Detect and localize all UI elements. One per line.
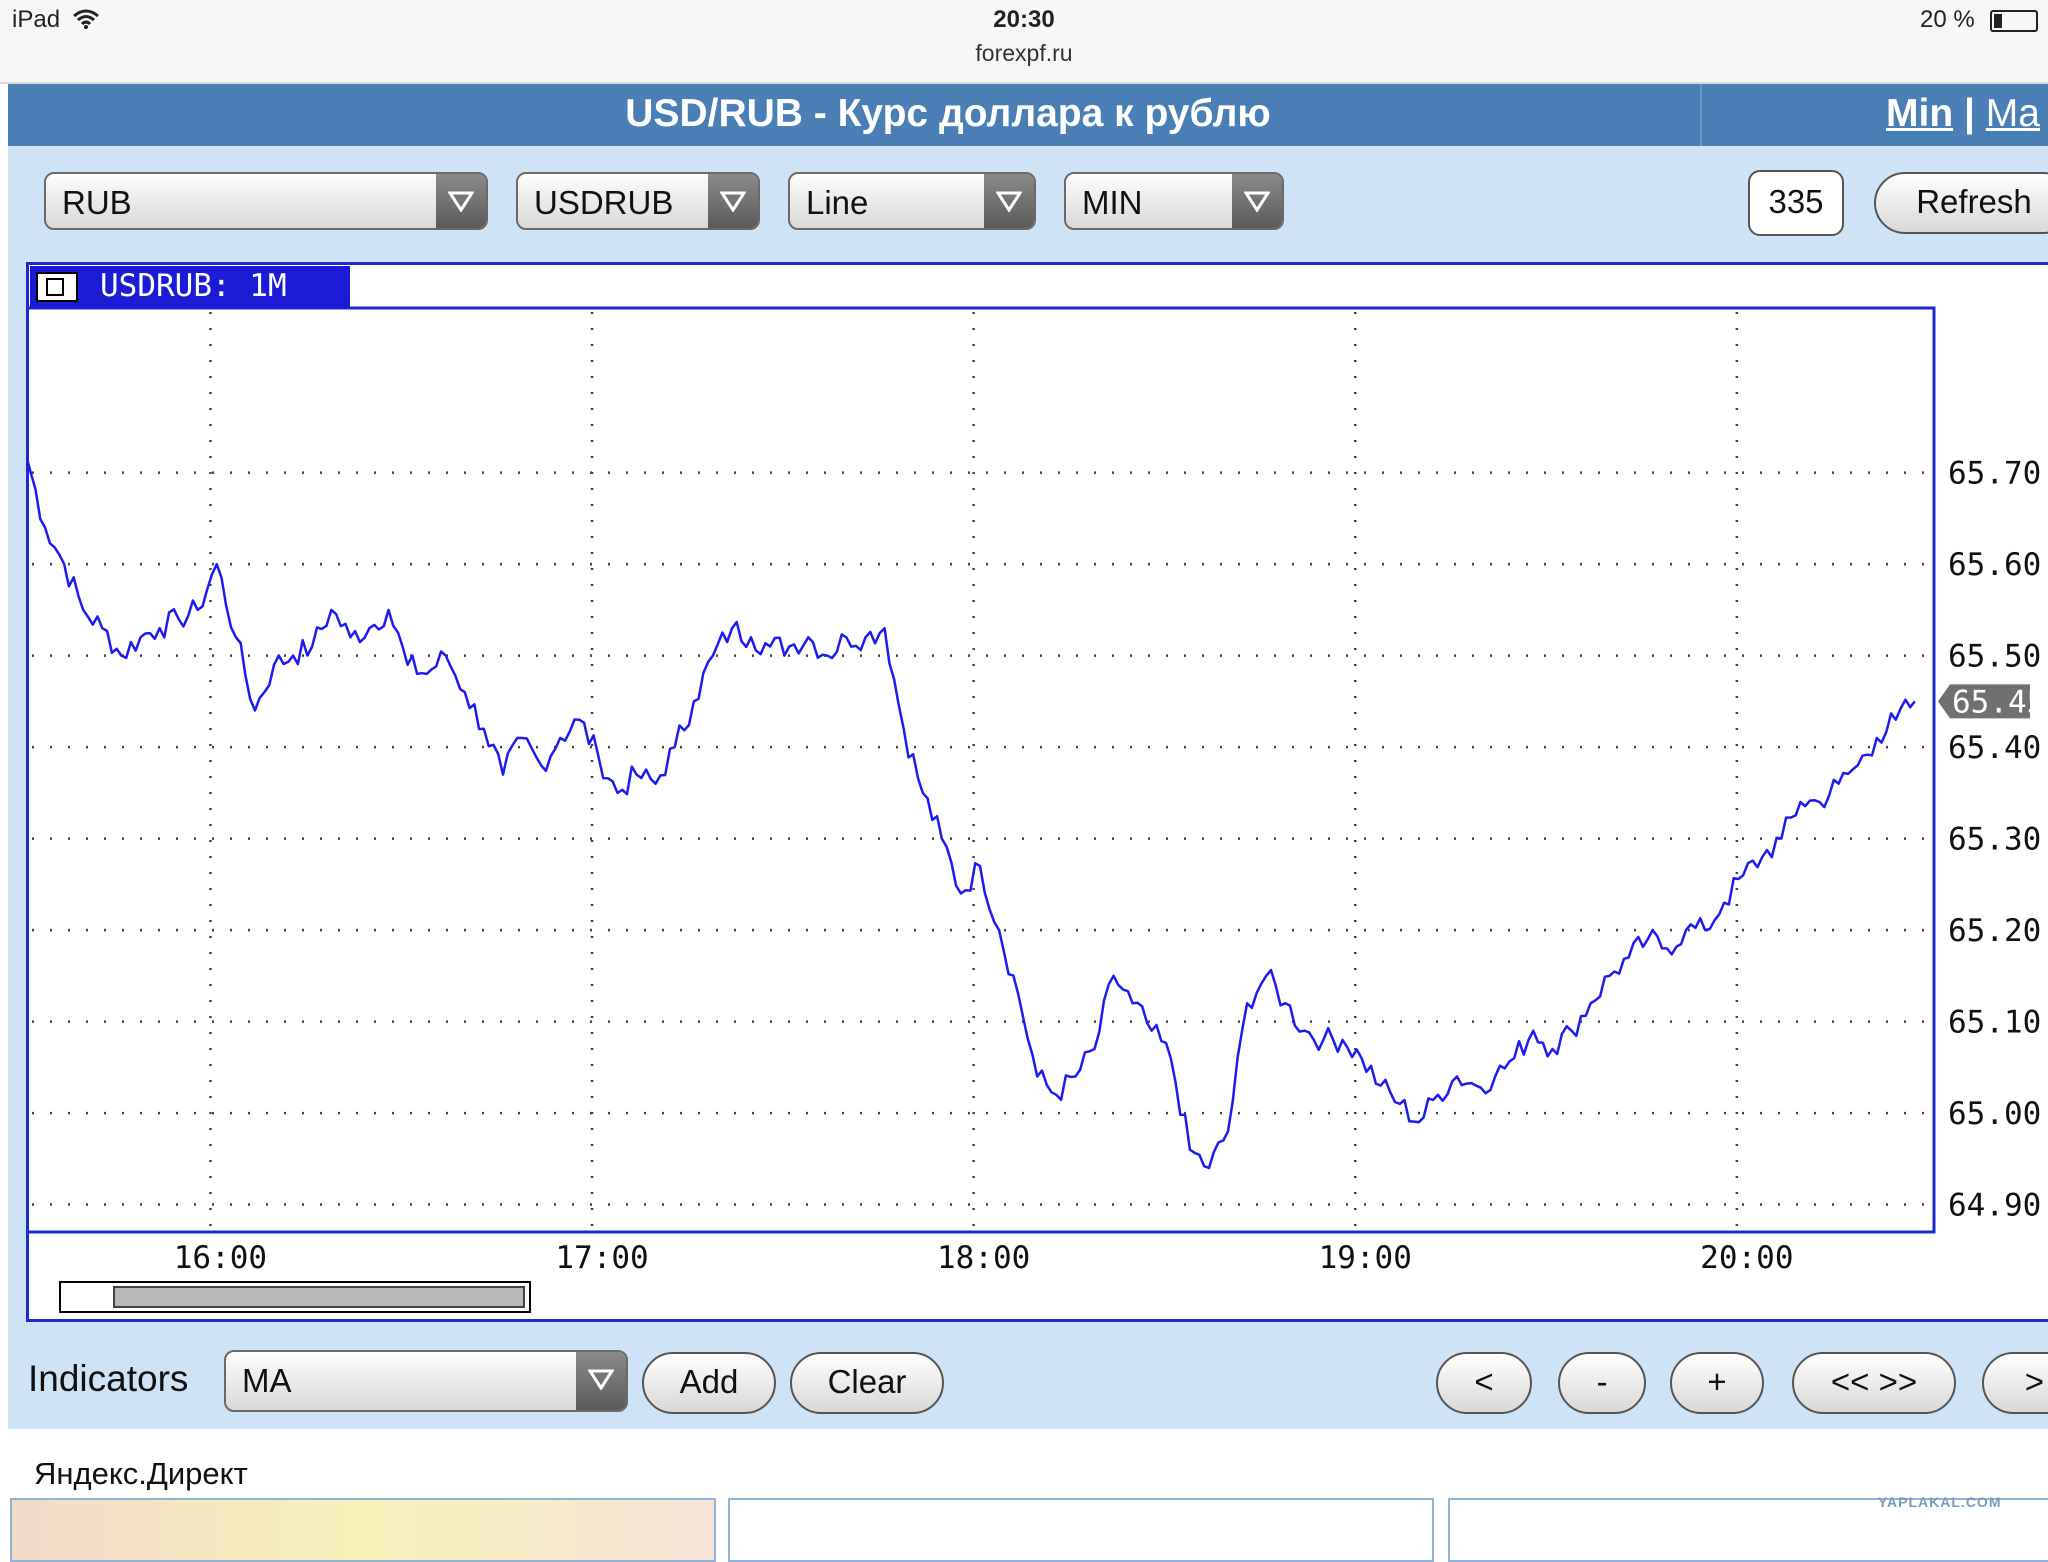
chart-scrollbar-thumb — [113, 1286, 525, 1308]
yandex-direct-label[interactable]: Яндекс.Директ — [34, 1456, 248, 1492]
title-divider — [1700, 84, 1702, 146]
watermark: YAPLAKAL.COM — [1878, 1494, 2002, 1510]
chevron-down-icon — [1232, 174, 1282, 228]
page-title: USD/RUB - Курс доллара к рублю — [625, 92, 1271, 135]
chart-type-select[interactable]: Line — [788, 172, 1036, 230]
current-price-marker: 65.45 — [1938, 684, 2045, 720]
scroll-left-button[interactable]: < — [1436, 1352, 1532, 1414]
y-tick-label: 65.60 — [1948, 547, 2041, 583]
refresh-button[interactable]: Refresh — [1874, 172, 2048, 234]
plot-border — [26, 306, 1936, 1234]
fit-all-button[interactable]: << >> — [1792, 1352, 1956, 1414]
add-indicator-button[interactable]: Add — [642, 1352, 776, 1414]
price-line-series — [26, 454, 1916, 1170]
pair-select[interactable]: USDRUB — [516, 172, 760, 230]
chevron-down-icon — [436, 174, 486, 228]
y-tick-label: 65.40 — [1948, 730, 2041, 766]
x-tick-label: 20:00 — [1700, 1240, 1793, 1276]
ad-block[interactable] — [728, 1498, 1434, 1562]
y-tick-label: 65.10 — [1948, 1005, 2041, 1041]
clear-indicators-button[interactable]: Clear — [790, 1352, 944, 1414]
currency-select-value: RUB — [62, 184, 132, 221]
battery-icon — [1990, 10, 2038, 32]
zoom-out-button[interactable]: - — [1558, 1352, 1646, 1414]
y-axis-ticks: 64.90 65.00 65.10 65.20 65.30 65.40 65.50 65.60… — [1948, 456, 2041, 1224]
chart-window-icon[interactable] — [36, 272, 78, 302]
period-select-value: MIN — [1082, 184, 1143, 221]
x-axis-ticks: 16:00 17:00 18:00 19:00 20:00 — [174, 1240, 1794, 1276]
pair-select-value: USDRUB — [534, 184, 674, 221]
indicator-select-value: MA — [242, 1362, 292, 1399]
chart-type-select-value: Line — [806, 184, 869, 221]
ad-block[interactable] — [10, 1498, 716, 1562]
bar-count-input[interactable]: 335 — [1748, 170, 1844, 236]
chevron-down-icon — [984, 174, 1034, 228]
max-link[interactable]: Ma — [1986, 92, 2040, 135]
currency-select[interactable]: RUB — [44, 172, 488, 230]
y-tick-label: 64.90 — [1948, 1188, 2041, 1224]
y-tick-label: 65.50 — [1948, 639, 2041, 675]
x-tick-label: 17:00 — [555, 1240, 648, 1276]
link-separator: | — [1953, 92, 1986, 135]
scroll-right-button[interactable]: > — [1982, 1352, 2048, 1414]
y-tick-label: 65.00 — [1948, 1096, 2041, 1132]
status-time: 20:30 — [993, 6, 1055, 33]
x-tick-label: 16:00 — [174, 1240, 267, 1276]
current-price-label: 65.45 — [1952, 684, 2045, 720]
chevron-down-icon — [576, 1352, 626, 1410]
chart-grid — [32, 312, 1928, 1228]
view-links: Min | Ma — [1886, 92, 2040, 136]
y-tick-label: 65.30 — [1948, 822, 2041, 858]
indicators-label: Indicators — [28, 1358, 189, 1399]
title-bar: USD/RUB - Курс доллара к рублю Min | Ma — [8, 84, 2048, 146]
y-tick-label: 65.70 — [1948, 456, 2041, 492]
battery-percent: 20 % — [1920, 6, 1975, 33]
address-url[interactable]: forexpf.ru — [0, 40, 2048, 67]
chart-title: USDRUB: 1M — [100, 268, 287, 304]
x-tick-label: 19:00 — [1319, 1240, 1412, 1276]
min-link[interactable]: Min — [1886, 92, 1953, 135]
x-tick-label: 18:00 — [937, 1240, 1030, 1276]
price-chart[interactable]: 64.90 65.00 65.10 65.20 65.30 65.40 65.50 65.60… — [26, 262, 2048, 1322]
chevron-down-icon — [708, 174, 758, 228]
period-select[interactable]: MIN — [1064, 172, 1284, 230]
zoom-in-button[interactable]: + — [1670, 1352, 1764, 1414]
indicator-select[interactable]: MA — [224, 1350, 628, 1412]
y-tick-label: 65.20 — [1948, 913, 2041, 949]
